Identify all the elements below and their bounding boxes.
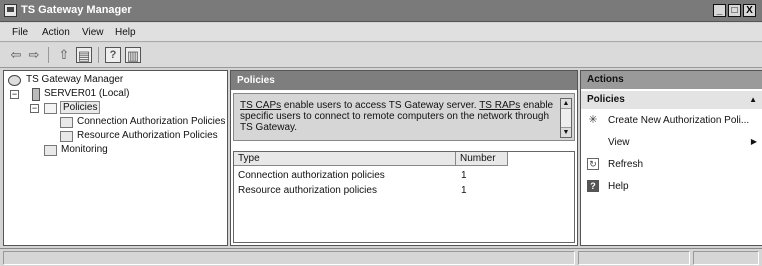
folder-icon bbox=[44, 145, 57, 156]
toolbar: ⇦ ⇨ ⇧ ▤ ? ▥ bbox=[0, 43, 762, 68]
column-header-number[interactable]: Number bbox=[456, 152, 508, 166]
show-action-pane-icon[interactable]: ▥ bbox=[125, 47, 141, 63]
status-bar bbox=[0, 248, 762, 266]
status-pane-secondary bbox=[578, 251, 690, 265]
tree-label: Policies bbox=[60, 101, 101, 114]
menu-help[interactable]: Help bbox=[115, 27, 136, 38]
tree-label: Connection Authorization Policies bbox=[77, 116, 226, 127]
minimize-button[interactable]: _ bbox=[713, 4, 726, 17]
title-bar: TS Gateway Manager _ □ X bbox=[0, 0, 762, 22]
results-header: Policies bbox=[231, 71, 577, 90]
action-view[interactable]: View ▶ bbox=[581, 135, 762, 151]
description-panel: TS CAPs enable users to access TS Gatewa… bbox=[233, 93, 575, 141]
description-scrollbar[interactable]: ▲ ▼ bbox=[560, 98, 572, 138]
console-tree: TS Gateway Manager − SERVER01 (Local) − … bbox=[3, 70, 228, 246]
status-pane-main bbox=[3, 251, 575, 265]
menu-file[interactable]: File bbox=[12, 27, 28, 38]
action-refresh[interactable]: ↻ Refresh bbox=[581, 157, 762, 173]
ts-caps-link[interactable]: TS CAPs bbox=[240, 100, 281, 111]
actions-header: Actions bbox=[581, 71, 762, 89]
up-folder-icon[interactable]: ⇧ bbox=[56, 47, 72, 63]
forward-icon[interactable]: ⇨ bbox=[26, 47, 42, 63]
server-icon bbox=[32, 88, 40, 101]
row-type[interactable]: Resource authorization policies bbox=[238, 185, 377, 196]
actions-section-label: Policies bbox=[587, 94, 625, 105]
tree-label: Resource Authorization Policies bbox=[77, 130, 218, 141]
actions-section-policies[interactable]: Policies ▲ bbox=[581, 91, 762, 109]
tree-label: SERVER01 (Local) bbox=[44, 88, 130, 99]
show-hide-console-tree-icon[interactable]: ▤ bbox=[76, 47, 92, 63]
toolbar-separator bbox=[48, 47, 49, 63]
menu-action[interactable]: Action bbox=[42, 27, 70, 38]
collapse-icon[interactable]: − bbox=[30, 104, 39, 113]
row-type[interactable]: Connection authorization policies bbox=[238, 170, 385, 181]
refresh-icon: ↻ bbox=[587, 158, 599, 170]
description-part: enable users to access TS Gateway server… bbox=[281, 100, 480, 111]
action-label: View bbox=[608, 137, 630, 148]
menu-view[interactable]: View bbox=[82, 27, 104, 38]
actions-pane: Actions Policies ▲ ✳ Create New Authoriz… bbox=[580, 70, 762, 246]
action-create-new-authorization-policies[interactable]: ✳ Create New Authorization Poli... bbox=[581, 113, 762, 129]
ts-raps-link[interactable]: TS RAPs bbox=[479, 100, 520, 111]
collapse-icon[interactable]: − bbox=[10, 90, 19, 99]
maximize-button[interactable]: □ bbox=[728, 4, 741, 17]
column-header-type[interactable]: Type bbox=[234, 152, 456, 166]
folder-icon bbox=[60, 131, 73, 142]
action-label: Create New Authorization Poli... bbox=[608, 115, 750, 126]
action-label: Refresh bbox=[608, 159, 644, 170]
row-number: 1 bbox=[461, 170, 467, 181]
submenu-arrow-icon: ▶ bbox=[750, 137, 757, 146]
folder-open-icon bbox=[44, 103, 57, 114]
status-pane-tertiary bbox=[693, 251, 759, 265]
gateway-icon bbox=[8, 75, 21, 86]
menu-bar: File Action View Help bbox=[0, 23, 762, 42]
help-icon: ? bbox=[587, 180, 599, 192]
app-icon bbox=[4, 4, 17, 17]
window-title: TS Gateway Manager bbox=[21, 4, 132, 16]
tree-label: TS Gateway Manager bbox=[26, 74, 124, 85]
action-help[interactable]: ? Help bbox=[581, 179, 762, 195]
collapse-caret-icon[interactable]: ▲ bbox=[749, 95, 757, 104]
folder-icon bbox=[60, 117, 73, 128]
row-number: 1 bbox=[461, 185, 467, 196]
close-button[interactable]: X bbox=[743, 4, 756, 17]
policy-list: Type Number Connection authorization pol… bbox=[233, 151, 575, 243]
back-icon[interactable]: ⇦ bbox=[8, 47, 24, 63]
tree-label: Monitoring bbox=[61, 144, 108, 155]
scroll-up-icon[interactable]: ▲ bbox=[561, 99, 571, 109]
help-icon[interactable]: ? bbox=[105, 47, 121, 63]
sparkle-icon: ✳ bbox=[588, 114, 598, 126]
description-text: TS CAPs enable users to access TS Gatewa… bbox=[240, 100, 558, 133]
toolbar-separator bbox=[98, 47, 99, 63]
action-label: Help bbox=[608, 181, 629, 192]
scroll-down-icon[interactable]: ▼ bbox=[561, 127, 571, 137]
results-pane: Policies TS CAPs enable users to access … bbox=[230, 70, 578, 246]
